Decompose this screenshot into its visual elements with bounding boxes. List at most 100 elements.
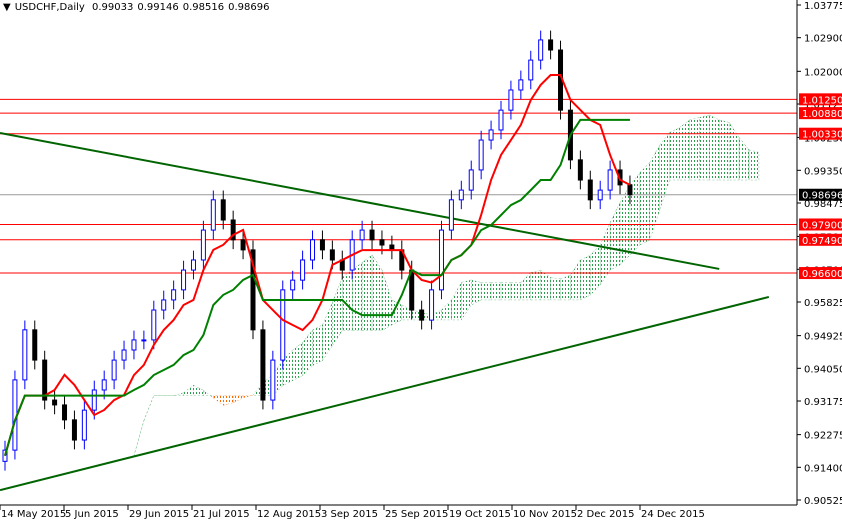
time-tick-label: 29 Jun 2015 bbox=[129, 509, 189, 520]
candle-body bbox=[369, 229, 375, 241]
candle-body bbox=[538, 39, 544, 61]
candle-body bbox=[121, 349, 127, 361]
time-tick-label: 14 May 2015 bbox=[1, 509, 66, 520]
cloud-segment bbox=[451, 281, 462, 321]
price-tick-label: 0.90525 bbox=[804, 496, 842, 507]
candle-body bbox=[627, 184, 633, 196]
candle-body bbox=[200, 229, 206, 261]
candle-body bbox=[32, 329, 38, 361]
level-price-label: 1.00880 bbox=[802, 109, 842, 120]
price-tick-label: 1.02000 bbox=[804, 67, 842, 78]
cloud-segment bbox=[619, 184, 631, 266]
cloud-segment bbox=[649, 144, 660, 241]
candle-body bbox=[448, 199, 454, 231]
cloud-segment bbox=[530, 269, 541, 301]
cloud-segment bbox=[302, 329, 313, 376]
time-tick-label: 2 Dec 2015 bbox=[577, 509, 635, 520]
candle-body bbox=[548, 39, 554, 51]
candle-body bbox=[528, 59, 534, 81]
cloud-segment bbox=[590, 244, 601, 296]
candle-body bbox=[310, 239, 316, 261]
candle-body bbox=[270, 359, 276, 401]
candle-body bbox=[91, 389, 97, 411]
level-price-label: 1.01250 bbox=[802, 95, 842, 106]
cloud-segment bbox=[371, 254, 383, 331]
candle-body bbox=[478, 139, 484, 171]
cloud-segment bbox=[570, 259, 581, 301]
cloud-segment bbox=[679, 119, 690, 181]
cloud-segment bbox=[540, 269, 551, 301]
level-price-label: 0.96600 bbox=[802, 269, 842, 280]
candle-body bbox=[220, 199, 226, 221]
cloud-segment bbox=[322, 302, 333, 362]
candle-body bbox=[319, 239, 325, 251]
candle-body bbox=[597, 189, 603, 201]
cloud-segment bbox=[332, 277, 343, 347]
price-chart[interactable]: 1.037751.029001.020001.011251.002300.993… bbox=[0, 0, 842, 521]
candle-body bbox=[190, 259, 196, 271]
cloud-segment bbox=[600, 222, 611, 286]
candle-body bbox=[62, 404, 68, 421]
candle-body bbox=[210, 199, 216, 231]
cloud-segment bbox=[193, 384, 204, 396]
candle-body bbox=[518, 79, 524, 91]
candle-body bbox=[161, 299, 167, 311]
cloud-segment bbox=[441, 299, 452, 321]
candle-body bbox=[468, 169, 474, 191]
candle-body bbox=[359, 229, 365, 241]
candle-body bbox=[111, 359, 117, 381]
candle-body bbox=[141, 339, 147, 342]
cloud-segment bbox=[292, 342, 303, 381]
cloud-segment bbox=[490, 282, 502, 301]
price-tick-label: 0.99350 bbox=[804, 166, 842, 177]
candle-body bbox=[131, 339, 137, 351]
price-tick-label: 0.95825 bbox=[804, 298, 842, 309]
cloud-segment bbox=[738, 137, 750, 181]
time-tick-label: 12 Aug 2015 bbox=[257, 509, 321, 520]
price-tick-label: 0.94050 bbox=[804, 364, 842, 375]
time-tick-label: 5 Jun 2015 bbox=[65, 509, 119, 520]
level-price-label: 1.00330 bbox=[802, 130, 842, 141]
cloud-segment bbox=[689, 117, 700, 181]
candle-body bbox=[151, 309, 157, 341]
cloud-segment bbox=[233, 395, 244, 404]
candle-body bbox=[438, 229, 444, 291]
candle-body bbox=[429, 289, 435, 321]
cloud-segment bbox=[580, 254, 591, 301]
cloud-segment bbox=[213, 395, 224, 406]
level-price-label: 0.97900 bbox=[802, 220, 842, 231]
candle-body bbox=[587, 179, 593, 201]
cloud-segment bbox=[659, 132, 670, 211]
cloud-segment bbox=[719, 119, 730, 181]
level-price-label: 0.98696 bbox=[802, 191, 842, 202]
candle-body bbox=[181, 269, 187, 291]
cloud-segment bbox=[143, 395, 154, 421]
price-tick-label: 1.02900 bbox=[804, 34, 842, 45]
cloud-segment bbox=[461, 279, 472, 321]
cloud-segment bbox=[709, 114, 720, 181]
time-tick-label: 25 Sep 2015 bbox=[385, 509, 448, 520]
cloud-segment bbox=[500, 282, 512, 301]
cloud-segment bbox=[471, 279, 482, 306]
cloud-segment bbox=[699, 114, 710, 181]
trendline-descending bbox=[0, 131, 720, 270]
price-tick-label: 1.03775 bbox=[804, 1, 842, 12]
candle-body bbox=[101, 379, 107, 391]
chart-window: ▼ USDCHF,Daily 0.99033 0.99146 0.98516 0.986… bbox=[0, 0, 842, 521]
candle-body bbox=[577, 159, 583, 181]
candle-body bbox=[171, 289, 177, 301]
price-tick-label: 0.91400 bbox=[804, 463, 842, 474]
candle-body bbox=[498, 109, 504, 131]
cloud-segment bbox=[223, 395, 234, 406]
time-tick-label: 3 Sep 2015 bbox=[321, 509, 378, 520]
cloud-segment bbox=[639, 162, 650, 246]
cloud-segment bbox=[203, 389, 214, 399]
cloud-segment bbox=[669, 127, 680, 181]
price-tick-label: 0.92275 bbox=[804, 431, 842, 442]
cloud-segment bbox=[510, 282, 521, 301]
candle-body bbox=[329, 249, 335, 261]
candle-body bbox=[71, 419, 77, 441]
time-tick-label: 24 Dec 2015 bbox=[641, 509, 705, 520]
candle-body bbox=[508, 89, 514, 111]
cloud-segment bbox=[520, 272, 531, 301]
